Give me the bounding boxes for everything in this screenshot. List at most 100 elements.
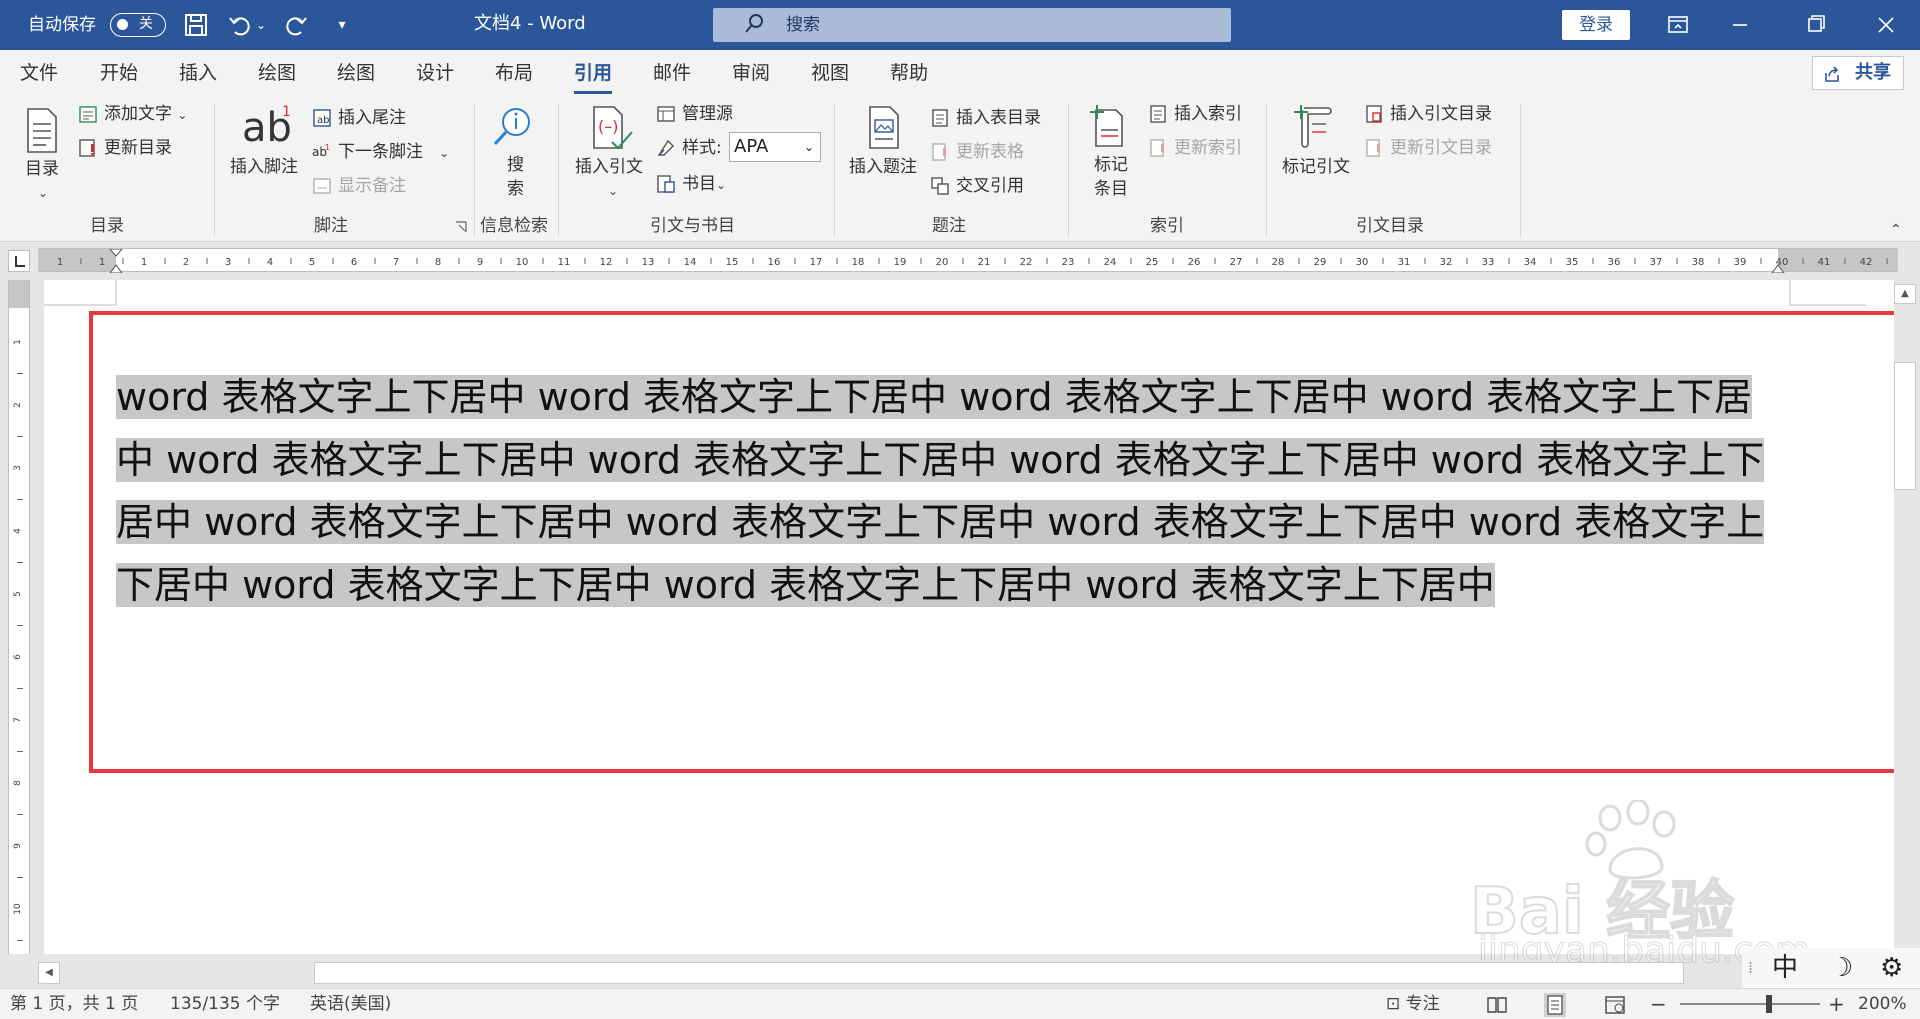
tab-mailings[interactable]: 邮件 — [653, 60, 691, 86]
restore-icon[interactable] — [1796, 8, 1836, 42]
update-toc-icon — [79, 139, 95, 157]
insert-table-of-figures-button[interactable]: 插入表目录 — [956, 107, 1041, 129]
insert-toa-button[interactable]: 插入引文目录 — [1390, 103, 1492, 125]
update-toc-button[interactable]: 更新目录 — [104, 137, 172, 159]
word-count[interactable]: 135/135 个字 — [170, 989, 280, 1019]
share-label: 共享 — [1855, 62, 1891, 83]
read-mode-icon[interactable] — [1486, 995, 1508, 1015]
collapse-ribbon-icon[interactable]: ⌃ — [1890, 222, 1910, 238]
close-icon[interactable] — [1866, 8, 1906, 42]
tab-insert[interactable]: 插入 — [179, 60, 217, 86]
tab-review[interactable]: 审阅 — [732, 60, 770, 86]
tab-home[interactable]: 开始 — [100, 60, 138, 86]
tab-file[interactable]: 文件 — [20, 60, 58, 86]
tab-view[interactable]: 视图 — [811, 60, 849, 86]
crop-mark — [44, 280, 117, 306]
autosave-label: 自动保存 — [28, 15, 96, 35]
mark-citation-icon — [1294, 105, 1332, 148]
zoom-slider-knob[interactable] — [1766, 995, 1772, 1013]
bibliography-button[interactable]: 书目⌄ — [682, 173, 726, 196]
ime-mode-toggle[interactable]: 中 — [1772, 952, 1798, 984]
first-line-indent-marker[interactable] — [109, 249, 123, 257]
zoom-level[interactable]: 200% — [1858, 989, 1907, 1019]
login-button[interactable]: 登录 — [1562, 10, 1630, 40]
document-title: 文档4 - Word — [474, 13, 586, 34]
undo-dropdown-icon[interactable]: ⌄ — [254, 12, 268, 38]
table-of-contents-button[interactable] — [22, 106, 62, 160]
tab-selector[interactable] — [8, 250, 30, 272]
next-footnote-button[interactable]: 下一条脚注 ⌄ — [338, 141, 449, 164]
horizontal-scrollbar[interactable]: ◀ — [38, 960, 1684, 986]
print-layout-icon[interactable] — [1544, 993, 1566, 1017]
insert-endnote-button[interactable]: 插入尾注 — [338, 107, 406, 129]
insert-caption-button[interactable] — [866, 104, 906, 156]
ruler-number: 11 — [558, 257, 571, 268]
search-button[interactable] — [490, 104, 534, 152]
gear-icon[interactable]: ⚙ — [1880, 952, 1903, 984]
bibliography-icon — [657, 175, 675, 193]
save-icon[interactable] — [182, 12, 210, 38]
scroll-thumb[interactable] — [314, 962, 1684, 984]
ime-drag-handle[interactable]: ⁞ — [1748, 952, 1753, 984]
insert-citation-dropdown-icon[interactable]: ⌄ — [608, 180, 618, 202]
ribbon-display-options-icon[interactable] — [1658, 8, 1698, 42]
minimize-icon[interactable] — [1720, 8, 1760, 42]
insert-citation-button[interactable]: (–) — [590, 104, 636, 156]
autosave-toggle[interactable]: 关 — [110, 13, 166, 37]
language-indicator[interactable]: 英语(美国) — [310, 989, 391, 1019]
update-toa-button[interactable]: 更新引文目录 — [1390, 137, 1492, 159]
focus-button[interactable]: ⊡ 专注 — [1386, 989, 1440, 1019]
scroll-thumb[interactable] — [1894, 362, 1916, 490]
mark-citation-button[interactable] — [1292, 102, 1340, 154]
manage-sources-button[interactable]: 管理源 — [682, 103, 733, 125]
cross-reference-button[interactable]: 交叉引用 — [956, 175, 1024, 197]
dialog-launcher-icon[interactable] — [454, 220, 468, 234]
focus-icon: ⊡ — [1386, 994, 1401, 1014]
update-toa-icon — [1366, 139, 1380, 157]
group-research-label: 信息检索 — [480, 216, 548, 236]
left-indent-marker[interactable] — [109, 264, 123, 273]
redo-icon[interactable] — [282, 12, 310, 38]
search-placeholder: 搜索 — [786, 15, 820, 35]
group-index-label: 索引 — [1150, 216, 1184, 236]
title-bar: 自动保存 关 ⌄ ▾ 文档4 - Word 搜索 登录 — [0, 0, 1920, 50]
ime-toolbar: ⁞ 中 ☽ ⚙ — [1742, 948, 1920, 988]
ribbon-tabs: 文件 开始 插入 绘图 绘图 设计 布局 引用 邮件 审阅 视图 帮助 共享 — [0, 50, 1920, 96]
citation-style-select[interactable]: APA ⌄ — [729, 132, 821, 162]
undo-icon[interactable] — [226, 12, 254, 38]
zoom-out-button[interactable]: − — [1650, 989, 1667, 1019]
share-button[interactable]: 共享 — [1812, 56, 1904, 90]
tab-layout[interactable]: 布局 — [495, 60, 533, 86]
tab-help[interactable]: 帮助 — [890, 60, 928, 86]
next-footnote-label: 下一条脚注 — [338, 142, 423, 162]
tab-design[interactable]: 设计 — [416, 60, 454, 86]
scroll-up-icon[interactable]: ▲ — [1894, 284, 1916, 304]
group-citations-label: 引文与书目 — [650, 216, 735, 236]
update-table-button[interactable]: 更新表格 — [956, 141, 1024, 163]
insert-footnote-label: 插入脚注 — [230, 157, 298, 177]
customize-qat-icon[interactable]: ▾ — [328, 12, 356, 38]
ruler-number: 10 — [13, 903, 23, 915]
add-text-button[interactable]: 添加文字 ⌄ — [104, 103, 187, 126]
toc-dropdown-icon[interactable]: ⌄ — [38, 182, 48, 204]
vertical-ruler[interactable]: 1 2 3 4 5 6 7 8 9 10 — [8, 280, 30, 954]
search-box[interactable]: 搜索 — [713, 8, 1231, 42]
scroll-left-icon[interactable]: ◀ — [38, 962, 60, 984]
group-separator — [834, 104, 835, 236]
zoom-in-button[interactable]: + — [1828, 989, 1845, 1019]
tab-draw-2[interactable]: 绘图 — [337, 60, 375, 86]
vertical-scrollbar[interactable]: ▲ — [1894, 280, 1920, 954]
insert-index-button[interactable]: 插入索引 — [1174, 103, 1242, 125]
mark-entry-button[interactable] — [1088, 102, 1128, 154]
insert-footnote-button[interactable]: ab 1 — [242, 104, 292, 150]
tab-draw[interactable]: 绘图 — [258, 60, 296, 86]
tab-references[interactable]: 引用 — [574, 60, 613, 94]
ruler-number: 35 — [1566, 257, 1579, 268]
horizontal-ruler[interactable]: 1 1 1 2 3 4 5 6 7 8 9 10 11 12 13 14 15 16 17 18 19 20 21 22 23 2… — [38, 248, 1898, 273]
update-index-button[interactable]: 更新索引 — [1174, 137, 1242, 159]
page-count[interactable]: 第 1 页，共 1 页 — [10, 989, 138, 1019]
web-layout-icon[interactable] — [1604, 995, 1626, 1015]
moon-icon[interactable]: ☽ — [1830, 952, 1853, 984]
show-notes-button[interactable]: 显示备注 — [338, 175, 406, 197]
zoom-slider[interactable] — [1680, 995, 1820, 1013]
